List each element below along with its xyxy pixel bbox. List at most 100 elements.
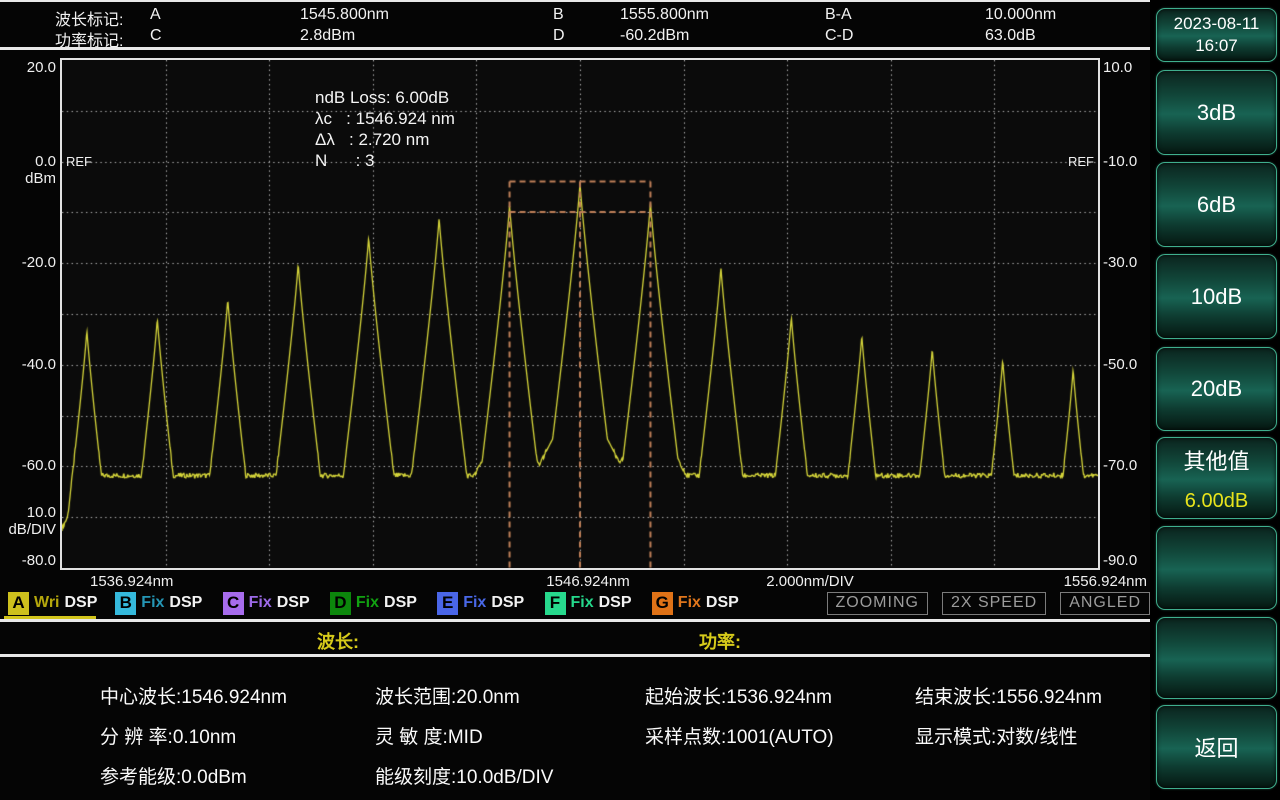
y-axis-scale-unit: dB/DIV xyxy=(8,521,56,538)
badge-angled[interactable]: ANGLED xyxy=(1060,592,1150,615)
trace-letter-box: G xyxy=(651,591,673,615)
trace-dsp-label: DSP xyxy=(384,594,417,611)
legend-separator-line xyxy=(0,619,1150,622)
sidebar-button-label: 3dB xyxy=(1196,99,1237,125)
marker-b-name: B xyxy=(553,6,564,23)
trace-selector-f[interactable]: F Fix DSP xyxy=(544,591,632,615)
trace-selector-a[interactable]: A Wri DSP xyxy=(8,591,97,615)
badge-2x-speed[interactable]: 2X SPEED xyxy=(941,592,1047,615)
info-item: 显示模式:对数/线性 xyxy=(915,727,1078,748)
info-item: 中心波长:1546.924nm xyxy=(100,687,287,708)
sidebar-button-blank-2[interactable] xyxy=(1156,617,1277,699)
sidebar-button-10db[interactable]: 10dB xyxy=(1156,254,1277,339)
trace-letter-box: A xyxy=(8,591,29,615)
marker-ba-name: B-A xyxy=(825,6,852,23)
trace-selector-e[interactable]: E Fix DSP xyxy=(437,591,524,615)
softkey-sidebar: 2023-08-11 16:07 3dB 6dB 10dB 20dB 其他值 6.00dB 返回 xyxy=(1150,0,1280,800)
y-axis-left-tick: 20.0 xyxy=(26,59,56,76)
y-axis-left-tick: -80.0 xyxy=(21,552,56,569)
wavelength-section-label: 波长: xyxy=(317,632,359,652)
trace-selector-g[interactable]: G Fix DSP xyxy=(651,591,739,615)
y-axis-right-tick: -10.0 xyxy=(1103,152,1138,170)
marker-c-name: C xyxy=(150,27,162,44)
sidebar-button-datetime[interactable]: 2023-08-11 16:07 xyxy=(1156,8,1277,62)
x-axis-center-label: 1546.924nm xyxy=(546,573,630,590)
y-axis-left-tick: -60.0 xyxy=(21,457,56,475)
sidebar-button-label: 6dB xyxy=(1196,191,1237,217)
y-axis-right-tick: -70.0 xyxy=(1103,457,1138,475)
trace-mode-label: Fix xyxy=(570,594,594,611)
spectrum-chart-canvas[interactable] xyxy=(62,60,1098,568)
trace-selector-c[interactable]: C Fix DSP xyxy=(222,591,310,615)
y-axis-right-tick: -30.0 xyxy=(1103,254,1138,272)
trace-letter-box: D xyxy=(329,591,351,615)
trace-mode-label: Wri xyxy=(34,594,60,611)
marker-d-value: -60.2dBm xyxy=(620,27,690,44)
header-separator-line xyxy=(0,47,1150,50)
ref-marker-left: REF xyxy=(66,153,92,169)
marker-cd-name: C-D xyxy=(825,27,854,44)
mode-badges: ZOOMING 2X SPEED ANGLED xyxy=(826,592,1150,615)
top-border-line xyxy=(0,0,1150,2)
sidebar-button-label: 其他值 xyxy=(1183,448,1250,474)
sidebar-button-3db[interactable]: 3dB xyxy=(1156,70,1277,155)
y-axis-right-tick: -90.0 xyxy=(1103,552,1138,569)
info-item: 灵 敏 度:MID xyxy=(375,727,483,748)
sidebar-button-label: 2023-08-11 xyxy=(1173,14,1260,33)
sidebar-button-label: 20dB xyxy=(1190,376,1243,401)
trace-dsp-label: DSP xyxy=(598,594,632,611)
info-item: 采样点数:1001(AUTO) xyxy=(645,727,834,748)
trace-dsp-label: DSP xyxy=(64,594,98,611)
trace-mode-label: Fix xyxy=(355,594,380,611)
sidebar-button-6db[interactable]: 6dB xyxy=(1156,162,1277,247)
badge-zooming[interactable]: ZOOMING xyxy=(826,592,928,615)
sidebar-button-back[interactable]: 返回 xyxy=(1156,705,1277,789)
y-axis-left-tick: 0.0 xyxy=(35,152,56,170)
ref-marker-right: REF xyxy=(1068,153,1094,169)
info-item: 结束波长:1556.924nm xyxy=(915,687,1102,708)
y-axis-scale-value: 10.0 xyxy=(26,504,56,521)
x-axis-start-label: 1536.924nm xyxy=(90,573,174,590)
trace-dsp-label: DSP xyxy=(276,594,310,611)
marker-d-name: D xyxy=(553,27,565,44)
trace-dsp-label: DSP xyxy=(169,594,203,611)
trace-letter-box: B xyxy=(115,591,137,615)
sidebar-button-blank-1[interactable] xyxy=(1156,526,1277,610)
trace-selector-d[interactable]: D Fix DSP xyxy=(329,591,417,615)
info-item: 起始波长:1536.924nm xyxy=(645,687,832,708)
osa-screen: 波长标记: A 1545.800nm B 1555.800nm B-A 10.0… xyxy=(0,0,1280,800)
marker-c-value: 2.8dBm xyxy=(300,27,356,44)
sidebar-button-label: 返回 xyxy=(1194,736,1239,761)
trace-mode-label: Fix xyxy=(677,594,701,611)
trace-dsp-label: DSP xyxy=(491,594,525,611)
sidebar-button-label: 6.00dB xyxy=(1184,489,1249,512)
y-axis-left-unit: dBm xyxy=(25,169,56,187)
trace-letter-box: C xyxy=(222,591,244,615)
info-item: 波长范围:20.0nm xyxy=(375,687,520,708)
trace-letter-box: F xyxy=(544,591,566,615)
x-axis-div-label: 2.000nm/DIV xyxy=(766,573,854,590)
marker-ba-value: 10.000nm xyxy=(985,6,1057,23)
trace-legend-row: A Wri DSP B Fix DSP C Fix DSP D Fix DSP E Fix DSP F Fix D… xyxy=(0,591,1150,619)
trace-selector-b[interactable]: B Fix DSP xyxy=(115,591,202,615)
sidebar-button-label: 10dB xyxy=(1190,283,1243,309)
marker-a-name: A xyxy=(150,6,161,23)
info-item: 分 辨 率:0.10nm xyxy=(100,727,237,748)
section-separator-line xyxy=(0,654,1150,657)
x-axis-stop-label: 1556.924nm xyxy=(1063,573,1147,590)
y-axis-left-tick: -20.0 xyxy=(21,254,56,272)
power-marker-row: 功率标记: C 2.8dBm D -60.2dBm C-D 63.0dB xyxy=(0,27,1150,50)
info-item: 能级刻度:10.0dB/DIV xyxy=(375,767,554,788)
wavelength-marker-row: 波长标记: A 1545.800nm B 1555.800nm B-A 10.0… xyxy=(0,6,1150,29)
y-axis-right-tick: -50.0 xyxy=(1103,355,1138,373)
trace-letter-box: E xyxy=(437,591,459,615)
sidebar-button-label: 16:07 xyxy=(1195,36,1238,55)
trace-mode-label: Fix xyxy=(248,594,272,611)
marker-cd-value: 63.0dB xyxy=(985,27,1036,44)
y-axis-right-tick: 10.0 xyxy=(1103,59,1133,76)
power-section-label: 功率: xyxy=(699,632,741,652)
sidebar-button-20db[interactable]: 20dB xyxy=(1156,347,1277,431)
info-item: 参考能级:0.0dBm xyxy=(100,767,247,788)
sidebar-button-other-value[interactable]: 其他值 6.00dB xyxy=(1156,437,1277,519)
marker-b-value: 1555.800nm xyxy=(620,6,709,23)
